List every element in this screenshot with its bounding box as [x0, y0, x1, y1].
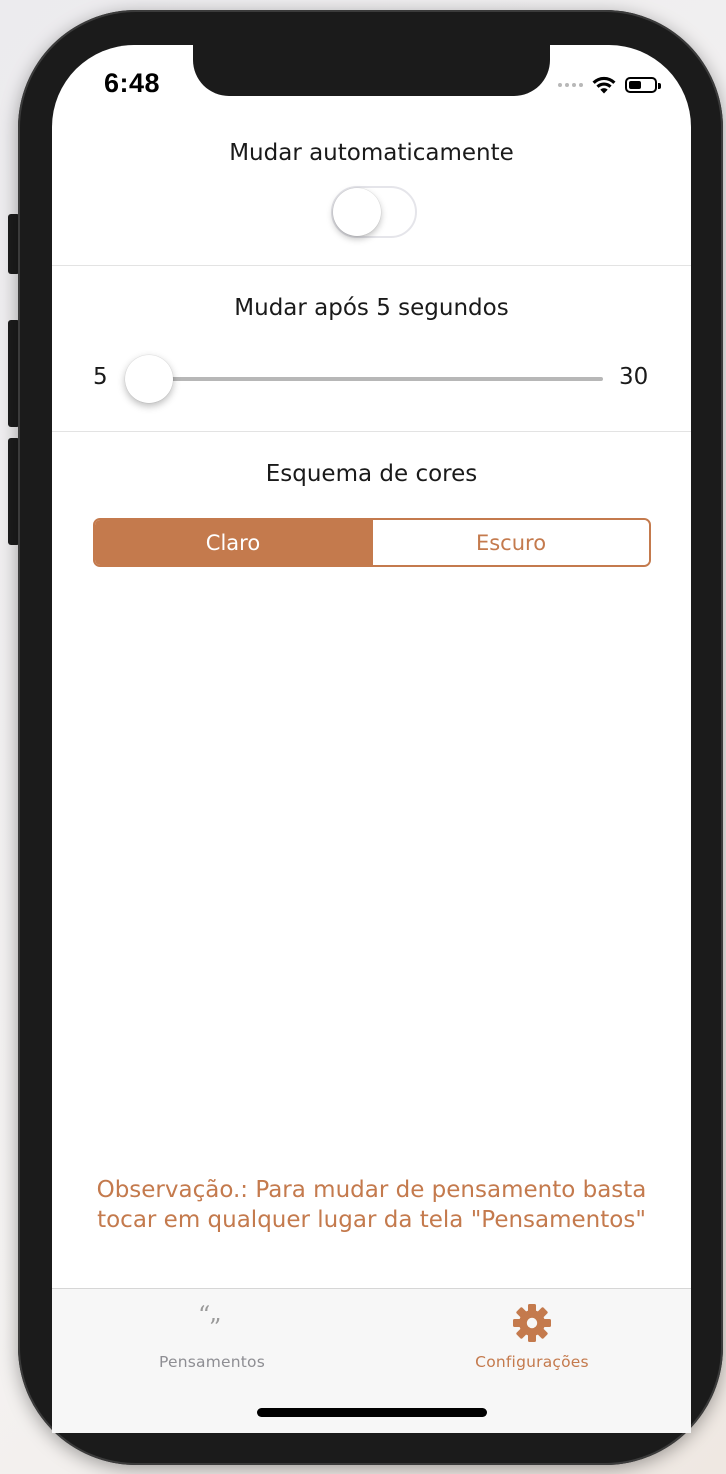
color-scheme-segmented-control: Claro Escuro	[93, 518, 651, 567]
interval-slider-thumb[interactable]	[125, 355, 173, 403]
tab-configuracoes[interactable]: Configurações	[432, 1289, 632, 1384]
interval-slider-track[interactable]	[125, 377, 603, 381]
home-indicator	[257, 1408, 487, 1417]
quote-icon: “”	[198, 1301, 222, 1342]
slider-min-label: 5	[93, 364, 108, 390]
segment-escuro[interactable]: Escuro	[371, 520, 649, 565]
auto-change-label: Mudar automaticamente	[229, 140, 514, 166]
note-line-2: tocar em qualquer lugar da tela "Pensame…	[97, 1207, 646, 1233]
gear-icon	[513, 1304, 551, 1342]
status-time: 6:48	[104, 68, 161, 98]
tab-label-configuracoes: Configurações	[475, 1353, 589, 1371]
toggle-knob	[333, 188, 381, 236]
page-background: 6:48 Mudar automaticamente Mudar após 5 …	[0, 0, 726, 1474]
tab-pensamentos[interactable]: “” Pensamentos	[112, 1289, 312, 1384]
status-indicators	[558, 70, 661, 100]
auto-change-toggle[interactable]	[331, 186, 417, 238]
battery-icon	[625, 77, 661, 93]
cellular-signal-icon	[558, 83, 583, 87]
section-divider	[52, 431, 691, 432]
wifi-icon	[592, 76, 616, 94]
segment-claro[interactable]: Claro	[95, 520, 371, 565]
interval-label: Mudar após 5 segundos	[234, 295, 509, 321]
device-notch	[193, 45, 550, 96]
note-line-1: Observação.: Para mudar de pensamento ba…	[96, 1177, 647, 1203]
section-divider	[52, 265, 691, 266]
tab-label-pensamentos: Pensamentos	[158, 1353, 266, 1371]
slider-max-label: 30	[619, 364, 649, 390]
color-scheme-label: Esquema de cores	[265, 461, 478, 487]
note-text: Observação.: Para mudar de pensamento ba…	[52, 1175, 691, 1235]
